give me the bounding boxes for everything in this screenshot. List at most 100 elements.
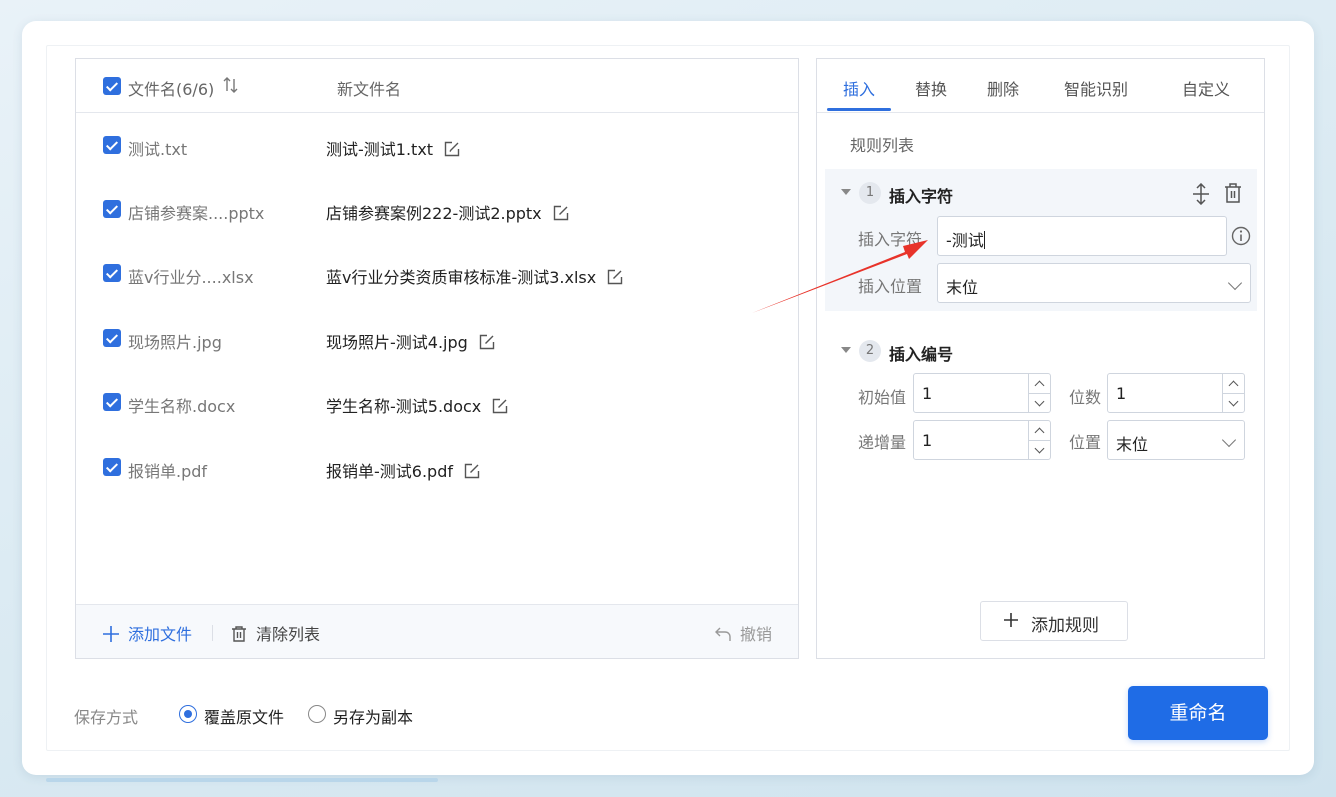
- new-file-name: 学生名称-测试5.docx: [326, 393, 509, 417]
- start-value-stepper[interactable]: 1: [913, 373, 1051, 413]
- save-copy-radio[interactable]: [308, 705, 326, 723]
- file-checkbox[interactable]: [103, 264, 121, 282]
- file-checkbox[interactable]: [103, 393, 121, 411]
- file-row[interactable]: 报销单.pdf 报销单-测试6.pdf: [76, 448, 798, 488]
- start-value: 1: [922, 384, 933, 403]
- rule-title: 插入编号: [889, 345, 954, 364]
- edit-icon[interactable]: [478, 333, 496, 351]
- number-position-label: 位置: [1069, 433, 1102, 452]
- undo-button[interactable]: 撤销: [714, 621, 772, 645]
- file-row[interactable]: 蓝v行业分....xlsx 蓝v行业分类资质审核标准-测试3.xlsx: [76, 254, 798, 294]
- new-file-name: 报销单-测试6.pdf: [326, 458, 481, 482]
- original-file-name: 学生名称.docx: [128, 397, 236, 416]
- insert-position-value: 末位: [946, 278, 979, 297]
- rule-insert-number: 2 插入编号 初始值 1 位数 1 递增量 1 位置 末位: [825, 327, 1257, 467]
- plus-icon: [103, 626, 119, 642]
- trash-icon: [232, 626, 246, 642]
- progress-strip: [46, 778, 438, 782]
- new-file-name-text: 测试-测试1.txt: [326, 140, 434, 159]
- increment-button[interactable]: [1029, 374, 1051, 393]
- info-icon[interactable]: [1231, 226, 1251, 246]
- increment-button[interactable]: [1029, 421, 1051, 440]
- number-position-select[interactable]: 末位: [1107, 420, 1245, 460]
- file-checkbox[interactable]: [103, 329, 121, 347]
- edit-icon[interactable]: [552, 204, 570, 222]
- digits-stepper[interactable]: 1: [1107, 373, 1245, 413]
- add-files-label: 添加文件: [128, 625, 193, 644]
- file-list-panel: 文件名(6/6) 新文件名 测试.txt 测试-测试1.txt 店铺参赛案...…: [75, 58, 799, 659]
- new-file-name-text: 现场照片-测试4.jpg: [326, 333, 468, 352]
- tab-delete[interactable]: 删除: [987, 76, 1019, 100]
- new-file-name-text: 报销单-测试6.pdf: [326, 462, 453, 481]
- stepper-buttons: [1222, 374, 1245, 412]
- original-file-name: 测试.txt: [128, 140, 188, 159]
- edit-icon[interactable]: [491, 397, 509, 415]
- step-stepper[interactable]: 1: [913, 420, 1051, 460]
- save-copy-radio-label[interactable]: 另存为副本: [333, 704, 413, 728]
- delete-rule-icon[interactable]: [1223, 182, 1243, 204]
- plus-icon: [1004, 613, 1018, 627]
- file-row[interactable]: 测试.txt 测试-测试1.txt: [76, 126, 798, 166]
- rule-title: 插入字符: [889, 187, 954, 206]
- new-file-name: 测试-测试1.txt: [326, 136, 461, 160]
- insert-position-label: 插入位置: [858, 277, 923, 296]
- original-file-name: 报销单.pdf: [128, 462, 208, 481]
- insert-position-select[interactable]: 末位: [937, 263, 1251, 303]
- edit-icon[interactable]: [443, 140, 461, 158]
- edit-icon[interactable]: [463, 462, 481, 480]
- edit-icon[interactable]: [606, 268, 624, 286]
- rules-panel: 插入 替换 删除 智能识别 自定义 规则列表 1 插入字符 插入字符 -测试 插…: [816, 58, 1265, 659]
- collapse-caret-icon[interactable]: [841, 347, 851, 353]
- file-checkbox[interactable]: [103, 458, 121, 476]
- drag-move-icon[interactable]: [1191, 183, 1211, 205]
- decrement-button[interactable]: [1223, 393, 1245, 412]
- undo-label: 撤销: [739, 625, 772, 644]
- file-row[interactable]: 现场照片.jpg 现场照片-测试4.jpg: [76, 319, 798, 359]
- stepper-buttons: [1028, 421, 1051, 459]
- insert-char-label: 插入字符: [858, 230, 923, 249]
- file-list-header: 文件名(6/6) 新文件名: [76, 59, 798, 113]
- chevron-down-icon: [1221, 432, 1237, 448]
- insert-char-input[interactable]: -测试: [937, 216, 1227, 256]
- collapse-caret-icon[interactable]: [841, 189, 851, 195]
- save-mode-label: 保存方式: [74, 708, 139, 727]
- decrement-button[interactable]: [1029, 393, 1051, 412]
- clear-list-button[interactable]: 清除列表: [230, 621, 320, 645]
- number-position-value: 末位: [1116, 435, 1149, 454]
- undo-icon: [714, 627, 731, 641]
- overwrite-radio[interactable]: [179, 705, 197, 723]
- increment-button[interactable]: [1223, 374, 1245, 393]
- file-checkbox[interactable]: [103, 200, 121, 218]
- file-checkbox[interactable]: [103, 136, 121, 154]
- insert-char-value: -测试: [946, 231, 984, 250]
- overwrite-radio-label[interactable]: 覆盖原文件: [204, 704, 284, 728]
- digits-label: 位数: [1069, 388, 1102, 407]
- file-row[interactable]: 学生名称.docx 学生名称-测试5.docx: [76, 383, 798, 423]
- tab-smart-recognize[interactable]: 智能识别: [1064, 76, 1128, 100]
- active-tab-indicator: [827, 108, 891, 111]
- digits-value: 1: [1116, 384, 1127, 403]
- decrement-button[interactable]: [1029, 440, 1051, 459]
- add-rule-label: 添加规则: [1031, 616, 1099, 636]
- rename-button[interactable]: 重命名: [1128, 686, 1268, 740]
- original-file-name: 蓝v行业分....xlsx: [128, 268, 254, 287]
- stepper-buttons: [1028, 374, 1051, 412]
- tab-replace[interactable]: 替换: [915, 76, 947, 100]
- rule-insert-char: 1 插入字符 插入字符 -测试 插入位置 末位: [825, 169, 1257, 311]
- tab-insert[interactable]: 插入: [843, 76, 875, 100]
- rule-index-badge: 2: [859, 340, 881, 362]
- file-list-footer: 添加文件 清除列表 撤销: [76, 604, 798, 658]
- sort-icon[interactable]: [223, 76, 239, 94]
- new-file-name-text: 学生名称-测试5.docx: [326, 397, 482, 416]
- add-files-button[interactable]: 添加文件: [102, 621, 192, 645]
- step-label: 递增量: [858, 433, 907, 452]
- chevron-down-icon: [1227, 275, 1243, 291]
- tab-custom[interactable]: 自定义: [1182, 76, 1230, 100]
- start-value-label: 初始值: [858, 388, 907, 407]
- add-rule-button[interactable]: 添加规则: [980, 601, 1128, 641]
- new-file-name: 店铺参赛案例222-测试2.pptx: [326, 200, 570, 224]
- file-row[interactable]: 店铺参赛案....pptx 店铺参赛案例222-测试2.pptx: [76, 190, 798, 230]
- new-file-name: 现场照片-测试4.jpg: [326, 329, 496, 353]
- select-all-checkbox[interactable]: [103, 77, 121, 95]
- new-file-name-text: 店铺参赛案例222-测试2.pptx: [326, 204, 542, 223]
